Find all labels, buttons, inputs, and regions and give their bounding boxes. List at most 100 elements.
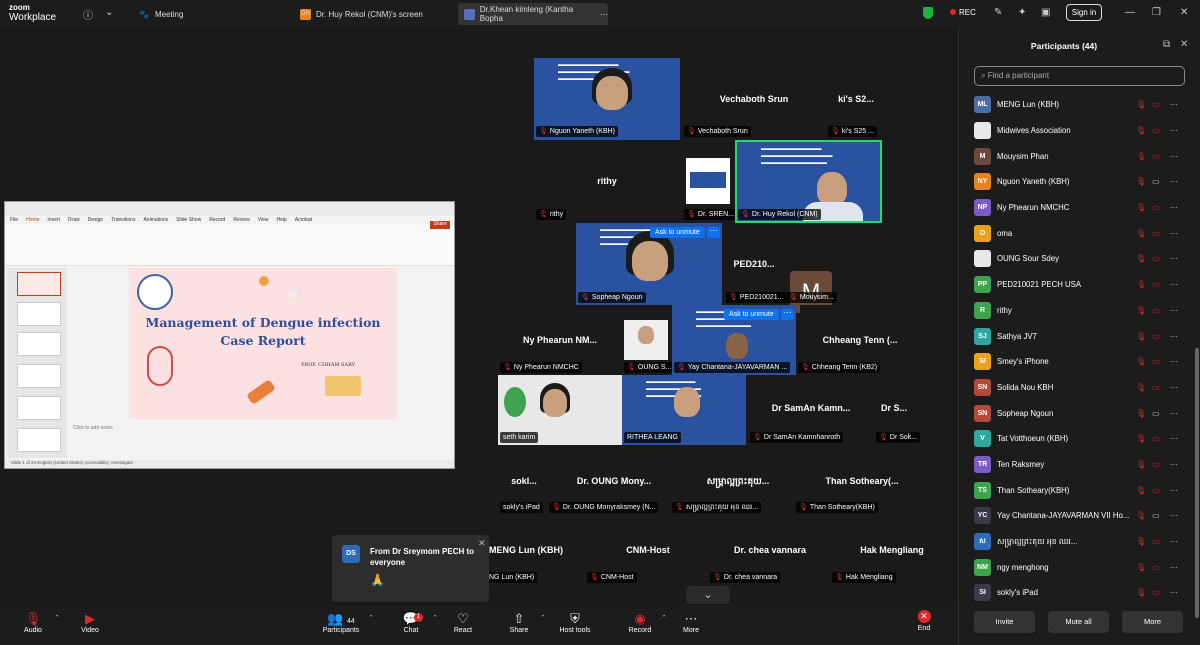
more-icon[interactable]: ⋯ [1170, 100, 1178, 109]
camera-icon[interactable]: ▭ [1152, 306, 1160, 315]
tab-active-speaker[interactable]: Dr.Khean kimleng (Kantha Bopha ⋯ [458, 3, 608, 25]
camera-icon[interactable]: ▭ [1152, 537, 1160, 546]
more-options-button[interactable]: ⋯ [781, 309, 794, 320]
mic-muted-icon[interactable]: 🎙 [1136, 254, 1146, 263]
end-meeting-button[interactable]: ✕ End [899, 610, 949, 632]
mic-muted-icon[interactable]: 🎙 [1136, 126, 1146, 135]
mic-muted-icon[interactable]: 🎙 [1136, 152, 1146, 161]
more-icon[interactable]: ⋯ [1170, 203, 1178, 212]
close-icon[interactable]: ✕ [1180, 7, 1188, 18]
more-icon[interactable]: ⋯ [1170, 588, 1178, 597]
mic-muted-icon[interactable]: 🎙 [1136, 357, 1146, 366]
camera-icon[interactable]: ▭ [1152, 100, 1160, 109]
close-icon[interactable]: ✕ [478, 538, 486, 549]
react-button[interactable]: ♡ React [438, 610, 488, 634]
more-button[interactable]: More [1122, 611, 1183, 633]
chevron-down-icon[interactable]: ⌄ [686, 586, 730, 604]
participant-row[interactable]: Rrithy 🎙 ▭ ⋯ [959, 298, 1194, 324]
camera-icon[interactable]: ▭ [1152, 588, 1160, 597]
annotate-icon[interactable]: ✎ [994, 7, 1002, 18]
ask-to-unmute-button[interactable]: Ask to unmute [724, 309, 779, 320]
sparkle-icon[interactable]: ✦ [1018, 7, 1026, 18]
camera-icon[interactable]: ▭ [1152, 254, 1160, 263]
mic-muted-icon[interactable]: 🎙 [1136, 280, 1146, 289]
more-icon[interactable]: ⋯ [1170, 357, 1178, 366]
camera-icon[interactable]: ▭ [1152, 203, 1160, 212]
mic-muted-icon[interactable]: 🎙 [1136, 332, 1146, 341]
video-tile-khmer-name[interactable]: សម្ព្រាល្អព្រះគុយ... [676, 458, 800, 508]
popout-icon[interactable]: ⧉ [1163, 39, 1170, 50]
participant-row[interactable]: V Tat Votthoeun (KBH) 🎙 ▭ ⋯ [959, 426, 1194, 452]
more-icon[interactable]: ⋯ [1170, 229, 1178, 238]
video-tile-oung-s[interactable] [624, 320, 668, 360]
camera-icon[interactable]: ▭ [1152, 460, 1160, 469]
shared-screen-powerpoint[interactable]: Share File Home Insert Draw Design Transition… [4, 201, 455, 469]
participant-row[interactable]: NY Nguon Yaneth (KBH) 🎙 ▭ ⋯ [959, 169, 1194, 195]
camera-icon[interactable]: ▭ [1152, 563, 1160, 572]
participant-row[interactable]: SJ Sathya JV7 🎙 ▭ ⋯ [959, 323, 1194, 349]
participant-row[interactable]: SI Smey's iPhone 🎙 ▭ ⋯ [959, 349, 1194, 375]
scrollbar[interactable] [1195, 348, 1199, 618]
camera-icon[interactable]: ▭ [1152, 152, 1160, 161]
more-icon[interactable]: ⋯ [1170, 306, 1178, 315]
chevron-down-icon[interactable]: ⌄ [105, 7, 113, 18]
camera-icon[interactable]: ▭ [1152, 280, 1160, 289]
participant-row[interactable]: Midwives Association 🎙 ▭ ⋯ [959, 118, 1194, 144]
more-icon[interactable]: ⋯ [1170, 280, 1178, 289]
shield-icon[interactable] [923, 7, 933, 19]
mic-muted-icon[interactable]: 🎙 [1136, 563, 1146, 572]
camera-icon[interactable]: ▭ [1152, 511, 1160, 520]
mic-muted-icon[interactable]: 🎙 [1136, 306, 1146, 315]
mic-muted-icon[interactable]: 🎙 [1136, 383, 1146, 392]
more-icon[interactable]: ⋯ [1170, 486, 1178, 495]
host-tools-button[interactable]: ⛨ Host tools [550, 610, 600, 634]
more-icon[interactable]: ⋯ [1170, 383, 1178, 392]
mic-muted-icon[interactable]: 🎙 [1136, 409, 1146, 418]
participant-row[interactable]: ML MENG Lun (KBH) 🎙 ▭ ⋯ [959, 92, 1194, 118]
camera-icon[interactable]: ▭ [1152, 434, 1160, 443]
invite-button[interactable]: Invite [974, 611, 1035, 633]
participant-row[interactable]: NP Ny Phearun NMCHC 🎙 ▭ ⋯ [959, 195, 1194, 221]
participant-row[interactable]: TS Than Sotheary(KBH) 🎙 ▭ ⋯ [959, 477, 1194, 503]
more-icon[interactable]: ⋯ [1170, 434, 1178, 443]
mic-muted-icon[interactable]: 🎙 [1136, 177, 1146, 186]
video-button[interactable]: ▶ Video [65, 610, 115, 634]
mic-muted-icon[interactable]: 🎙 [1136, 100, 1146, 109]
more-icon[interactable]: ⋯ [1170, 563, 1178, 572]
video-tile-dr-sren[interactable] [686, 158, 730, 204]
more-icon[interactable]: ⋯ [1170, 126, 1178, 135]
camera-icon[interactable]: ▭ [1152, 486, 1160, 495]
mic-muted-icon[interactable]: 🎙 [1136, 511, 1146, 520]
share-button[interactable]: ⇧ Share ⌃ [494, 610, 546, 634]
more-icon[interactable]: ⋯ [1170, 537, 1178, 546]
app-icon[interactable]: ▣ [1041, 7, 1050, 18]
camera-icon[interactable]: ▭ [1152, 126, 1160, 135]
record-button[interactable]: ◉ Record ⌃ [615, 610, 667, 634]
more-button[interactable]: ⋯ More [666, 610, 716, 634]
maximize-icon[interactable]: ❐ [1152, 7, 1161, 18]
more-icon[interactable]: ⋯ [1170, 511, 1178, 520]
participant-row[interactable]: Ooma 🎙 ▭ ⋯ [959, 220, 1194, 246]
camera-icon[interactable]: ▭ [1152, 332, 1160, 341]
camera-icon[interactable]: ▭ [1152, 409, 1160, 418]
video-tile-than-sotheary[interactable]: Than Sotheary(... [800, 458, 924, 508]
minimize-icon[interactable]: — [1125, 7, 1135, 18]
participant-row[interactable]: SN Sopheap Ngoun 🎙 ▭ ⋯ [959, 400, 1194, 426]
participant-row[interactable]: PP PED210021 PECH USA 🎙 ▭ ⋯ [959, 272, 1194, 298]
video-tile-oung-mony[interactable]: Dr. OUNG Mony... [552, 458, 676, 508]
mic-muted-icon[interactable]: 🎙 [1136, 486, 1146, 495]
chat-button[interactable]: 💬 Chat ⌃ [386, 610, 438, 634]
camera-icon[interactable]: ▭ [1152, 357, 1160, 366]
camera-icon[interactable]: ▭ [1152, 177, 1160, 186]
recording-indicator[interactable]: REC [950, 8, 976, 17]
mic-muted-icon[interactable]: 🎙 [1136, 229, 1146, 238]
mic-muted-icon[interactable]: 🎙 [1136, 434, 1146, 443]
camera-icon[interactable]: ▭ [1152, 229, 1160, 238]
more-icon[interactable]: ⋯ [1170, 177, 1178, 186]
participant-row[interactable]: OUNG Sour Sdey 🎙 ▭ ⋯ [959, 246, 1194, 272]
mute-all-button[interactable]: Mute all [1048, 611, 1109, 633]
participant-row[interactable]: SN Solida Nou KBH 🎙 ▭ ⋯ [959, 375, 1194, 401]
mic-muted-icon[interactable]: 🎙 [1136, 588, 1146, 597]
sign-in-button[interactable]: Sign in [1066, 4, 1102, 21]
close-panel-icon[interactable]: ✕ [1180, 39, 1188, 50]
